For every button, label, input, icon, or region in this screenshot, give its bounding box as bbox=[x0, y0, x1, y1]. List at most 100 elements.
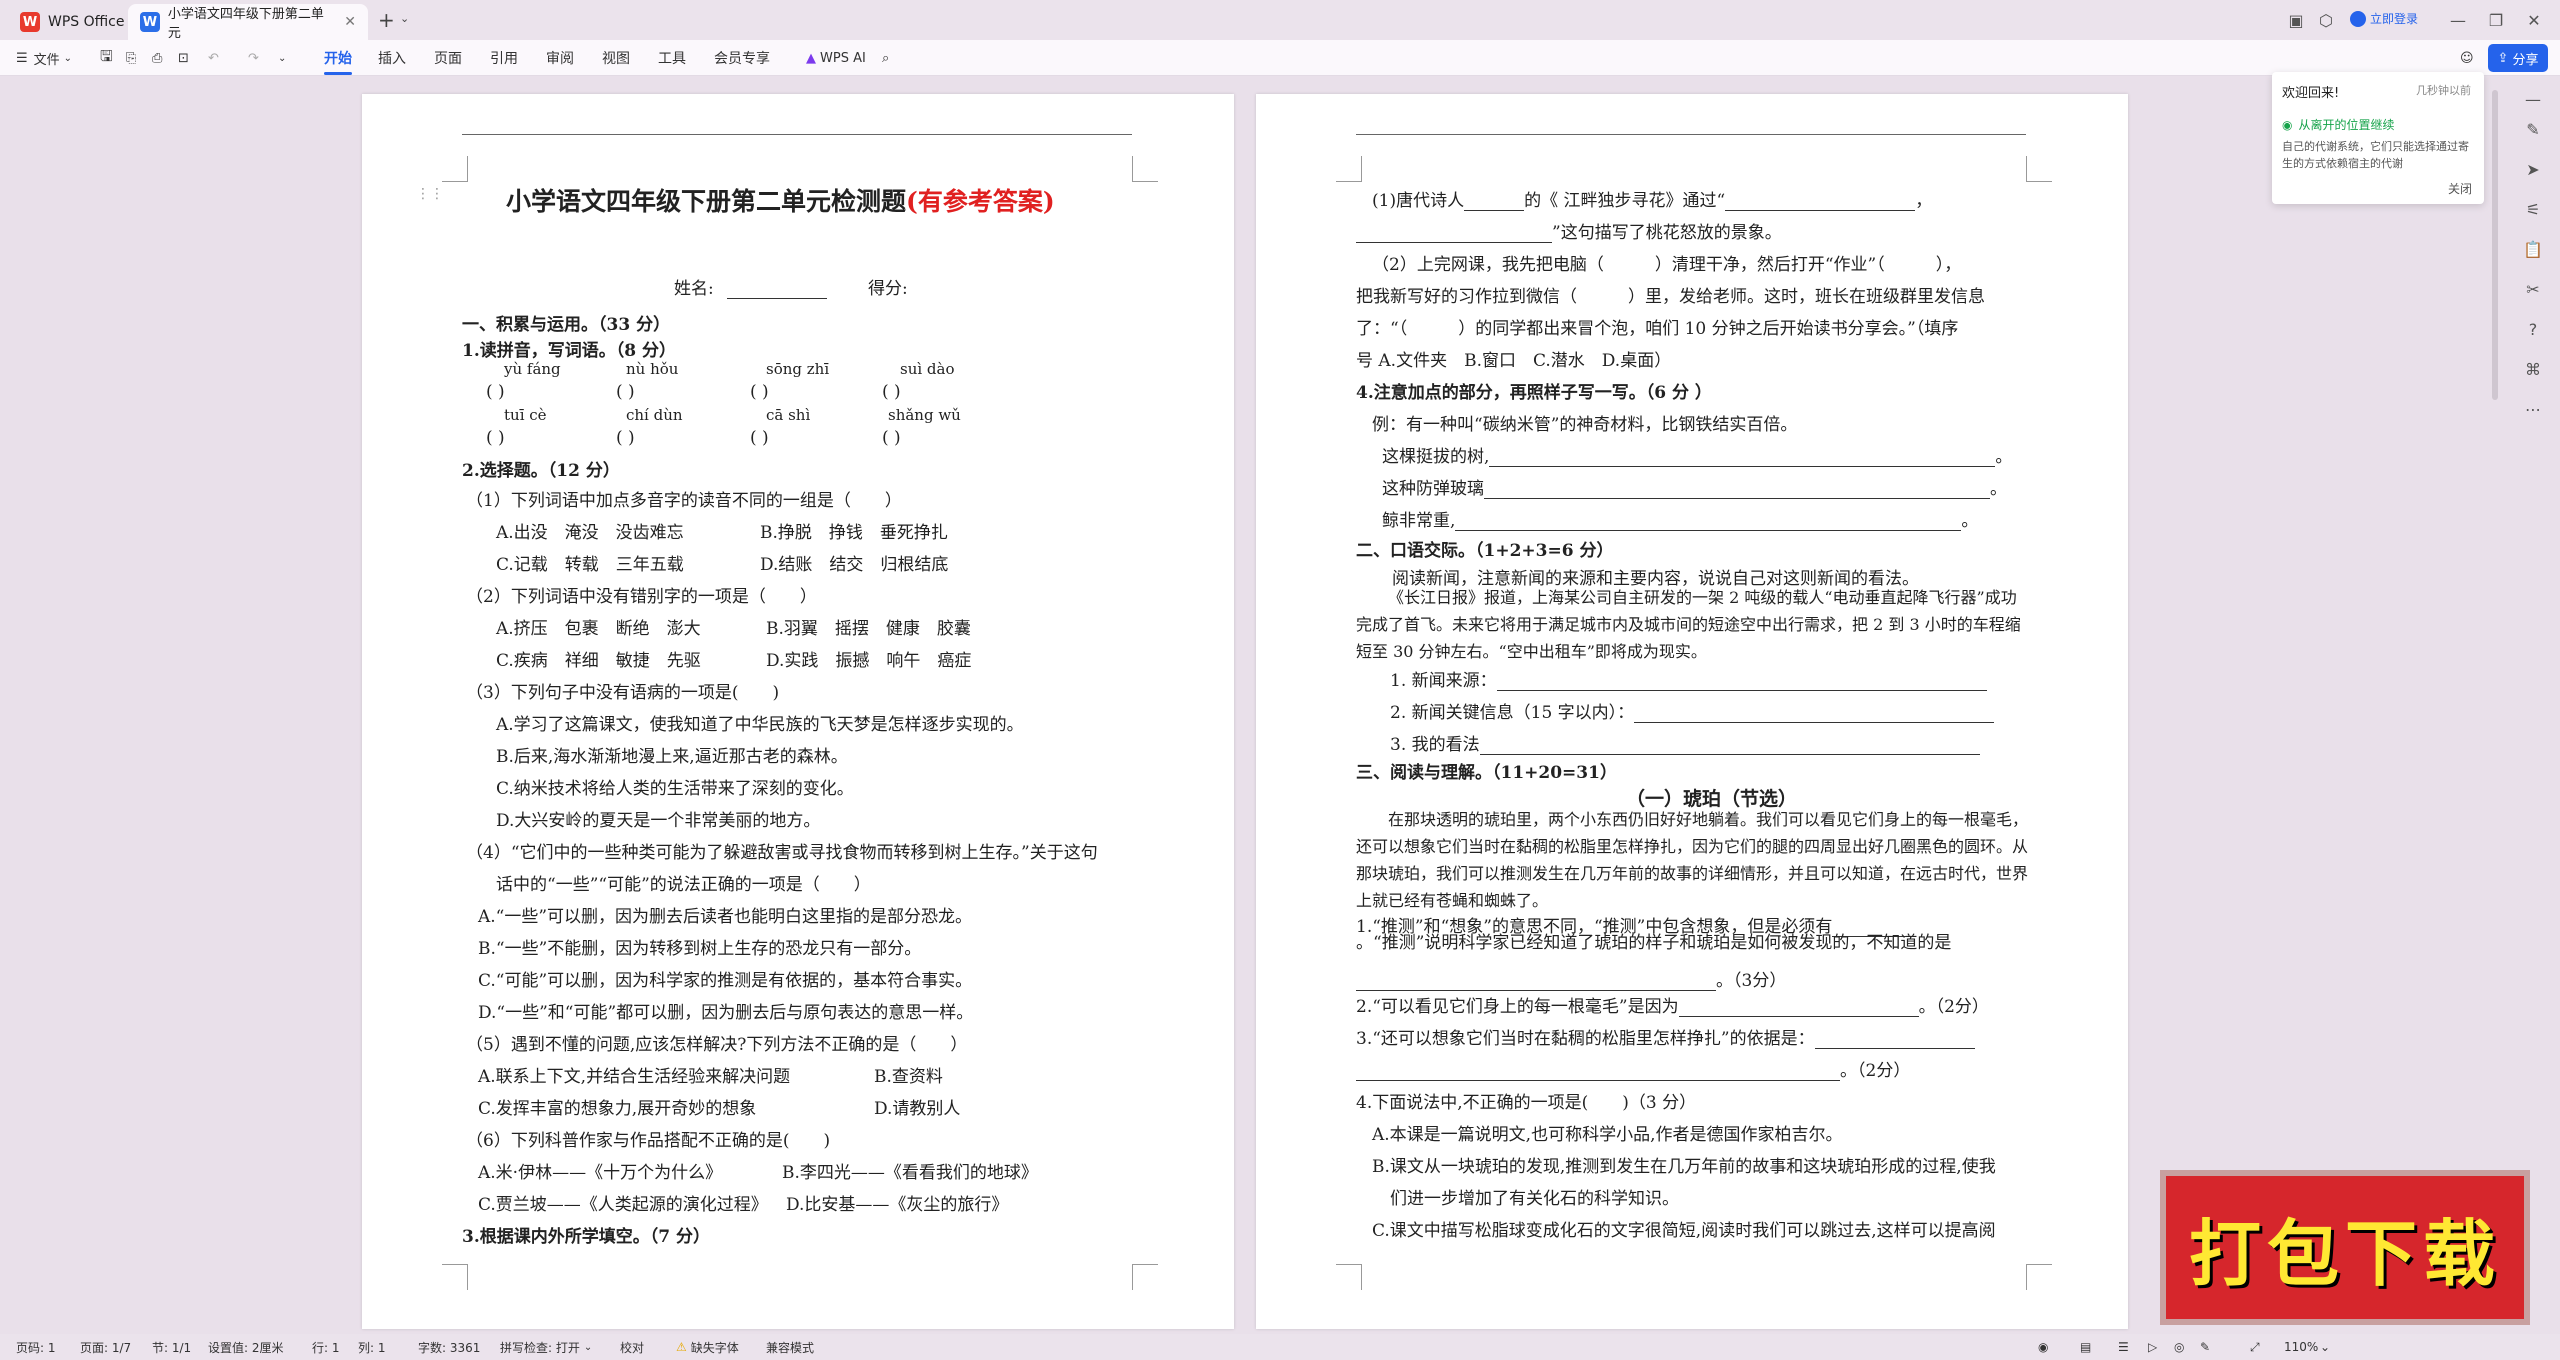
close-window-button[interactable]: ✕ bbox=[2516, 6, 2552, 34]
tab-reference[interactable]: 引用 bbox=[490, 40, 518, 76]
print-preview-icon[interactable]: ⊡ bbox=[178, 40, 189, 76]
tab-wps-office[interactable]: W WPS Office bbox=[8, 4, 137, 40]
drag-handle-icon[interactable]: ⋮⋮ bbox=[416, 186, 444, 202]
cube-icon[interactable]: ⬡ bbox=[2308, 6, 2344, 34]
wps-ai-button[interactable]: ▲ WPS AI bbox=[806, 40, 866, 76]
chevron-down-icon[interactable]: ⌄ bbox=[278, 40, 286, 76]
clipboard-icon[interactable]: 📋 bbox=[2520, 236, 2546, 262]
minimize-button[interactable]: — bbox=[2440, 6, 2476, 34]
answer-blank[interactable]: ( ) bbox=[616, 428, 635, 448]
answer-blank[interactable] bbox=[1356, 227, 1552, 243]
answer-blank[interactable] bbox=[1489, 451, 1996, 467]
answer-blank[interactable]: ( ) bbox=[882, 382, 901, 402]
zoom-level[interactable]: 110% bbox=[2284, 1334, 2318, 1360]
answer-blank[interactable] bbox=[1484, 483, 1990, 499]
outline-view-icon[interactable]: ☰ bbox=[2118, 1334, 2129, 1360]
download-banner[interactable]: 打包下载 bbox=[2160, 1170, 2530, 1325]
status-word-count[interactable]: 字数: 3361 bbox=[418, 1334, 480, 1360]
pen-icon[interactable]: ✎ bbox=[2200, 1334, 2210, 1360]
tab-tools[interactable]: 工具 bbox=[658, 40, 686, 76]
question-text: 。“推测”说明科学家已经知道了琥珀的样子和琥珀是如何被发现的，不知道的是 bbox=[1356, 933, 1952, 953]
tab-page[interactable]: 页面 bbox=[434, 40, 462, 76]
translate-icon[interactable]: ⌘ bbox=[2520, 356, 2546, 382]
pinyin: yù fáng bbox=[504, 360, 561, 378]
help-icon[interactable]: ? bbox=[2520, 316, 2546, 342]
status-row[interactable]: 行: 1 bbox=[312, 1334, 340, 1360]
vertical-scrollbar[interactable] bbox=[2492, 90, 2498, 400]
file-menu[interactable]: ☰ 文件 ⌄ bbox=[16, 40, 72, 76]
ribbon-toolbar: ☰ 文件 ⌄ 🖫 ⎘ ⎙ ⊡ ↶ ↷ ⌄ 开始 插入 页面 引用 审阅 视图 工… bbox=[0, 40, 2560, 76]
document-page-2[interactable]: (1)唐代诗人 的《 江畔独步寻花》通过“， ”这句描写了桃花怒放的景象。 （2）… bbox=[1256, 94, 2128, 1329]
text: ”这句描写了桃花怒放的景象。 bbox=[1552, 223, 1782, 243]
chevron-down-icon[interactable]: ⌄ bbox=[400, 12, 409, 25]
print-icon[interactable]: ⎙ bbox=[152, 40, 162, 76]
pen-icon[interactable]: ✎ bbox=[2520, 116, 2546, 142]
answer-blank[interactable] bbox=[1464, 195, 1525, 211]
status-setting[interactable]: 设置值: 2厘米 bbox=[208, 1334, 284, 1360]
continue-link[interactable]: ◉ 从离开的位置继续 bbox=[2282, 116, 2395, 133]
tab-member[interactable]: 会员专享 bbox=[714, 40, 770, 76]
option: C.“可能”可以删，因为科学家的推测是有依据的，基本符合事实。 bbox=[478, 971, 973, 991]
tab-label: 视图 bbox=[602, 51, 630, 67]
status-column[interactable]: 列: 1 bbox=[358, 1334, 386, 1360]
share-button[interactable]: ⇪ 分享 bbox=[2488, 44, 2548, 72]
answer-blank[interactable] bbox=[1678, 1001, 1919, 1017]
zoom-dropdown-icon[interactable]: ⌄ bbox=[2320, 1334, 2330, 1360]
tab-insert[interactable]: 插入 bbox=[378, 40, 406, 76]
search-icon[interactable]: ⌕ bbox=[882, 40, 889, 76]
redo-icon[interactable]: ↷ bbox=[248, 40, 259, 76]
cursor-icon[interactable]: ➤ bbox=[2520, 156, 2546, 182]
name-blank[interactable] bbox=[727, 283, 828, 299]
status-section[interactable]: 节: 1/1 bbox=[152, 1334, 191, 1360]
text-line: 把我新写好的习作拉到微信（ ）里，发给老师。这时，班长在班级群里发信息 bbox=[1356, 287, 1985, 307]
answer-blank[interactable] bbox=[1455, 515, 1962, 531]
status-proofread[interactable]: 校对 bbox=[620, 1334, 644, 1360]
status-page[interactable]: 页码: 1 bbox=[16, 1334, 56, 1360]
page-view-icon[interactable]: ▤ bbox=[2080, 1334, 2091, 1360]
tab-start[interactable]: 开始 bbox=[324, 40, 352, 76]
close-button[interactable]: 关闭 bbox=[2448, 180, 2472, 197]
sliders-icon[interactable]: ⚟ bbox=[2520, 196, 2546, 222]
export-pdf-icon[interactable]: ⎘ bbox=[126, 40, 136, 76]
status-missing-font[interactable]: ⚠ 缺失字体 bbox=[676, 1334, 739, 1360]
answer-blank[interactable] bbox=[1814, 1033, 1975, 1049]
minimize-panel-icon[interactable]: — bbox=[2520, 86, 2546, 112]
answer-blank[interactable]: ( ) bbox=[616, 382, 635, 402]
comment-icon[interactable]: ☺ bbox=[2460, 40, 2474, 76]
document-page-1[interactable]: ⋮⋮ 小学语文四年级下册第二单元检测题(有参考答案) 姓名: 得分: 一、积累与… bbox=[362, 94, 1234, 1329]
save-icon[interactable]: 🖫 bbox=[100, 40, 113, 76]
answer-blank[interactable] bbox=[1634, 707, 1995, 723]
answer-blank[interactable] bbox=[1356, 1065, 1840, 1081]
answer-blank[interactable] bbox=[1725, 195, 1916, 211]
answer-blank[interactable]: ( ) bbox=[750, 428, 769, 448]
crop-mark bbox=[1132, 1264, 1158, 1290]
login-button[interactable]: 立即登录 bbox=[2350, 10, 2418, 27]
play-icon[interactable]: ▷ bbox=[2148, 1334, 2157, 1360]
answer-blank[interactable]: ( ) bbox=[882, 428, 901, 448]
undo-icon[interactable]: ↶ bbox=[208, 40, 219, 76]
tab-view[interactable]: 视图 bbox=[602, 40, 630, 76]
new-tab-button[interactable]: + bbox=[378, 8, 395, 32]
answer-blank[interactable] bbox=[1479, 739, 1980, 755]
tab-label: 开始 bbox=[324, 51, 352, 67]
status-spellcheck[interactable]: 拼写检查: 打开 ⌄ bbox=[500, 1334, 592, 1360]
more-icon[interactable]: ⋯ bbox=[2520, 396, 2546, 422]
web-view-icon[interactable]: ◎ bbox=[2174, 1334, 2184, 1360]
answer-blank[interactable]: ( ) bbox=[486, 428, 505, 448]
close-icon[interactable]: ✕ bbox=[344, 14, 356, 30]
tab-document[interactable]: W 小学语文四年级下册第二单元 ✕ bbox=[128, 4, 368, 41]
answer-blank[interactable]: ( ) bbox=[750, 382, 769, 402]
status-pages[interactable]: 页面: 1/7 bbox=[80, 1334, 131, 1360]
restore-button[interactable]: ❐ bbox=[2478, 6, 2514, 34]
question-3: 3.根据课内外所学填空。（7 分） bbox=[462, 1227, 710, 1247]
answer-blank[interactable]: ( ) bbox=[486, 382, 505, 402]
answer-blank[interactable] bbox=[1496, 675, 1987, 691]
tab-label: 页面 bbox=[434, 51, 462, 67]
tab-review[interactable]: 审阅 bbox=[546, 40, 574, 76]
tools-icon[interactable]: ✂ bbox=[2520, 276, 2546, 302]
status-compat-mode[interactable]: 兼容模式 bbox=[766, 1334, 814, 1360]
eye-protection-icon[interactable]: ◉ bbox=[2038, 1334, 2048, 1360]
option: 们进一步增加了有关化石的科学知识。 bbox=[1390, 1189, 1679, 1209]
fit-page-icon[interactable]: ⤢ bbox=[2250, 1334, 2260, 1360]
answer-blank[interactable] bbox=[1356, 975, 1716, 991]
